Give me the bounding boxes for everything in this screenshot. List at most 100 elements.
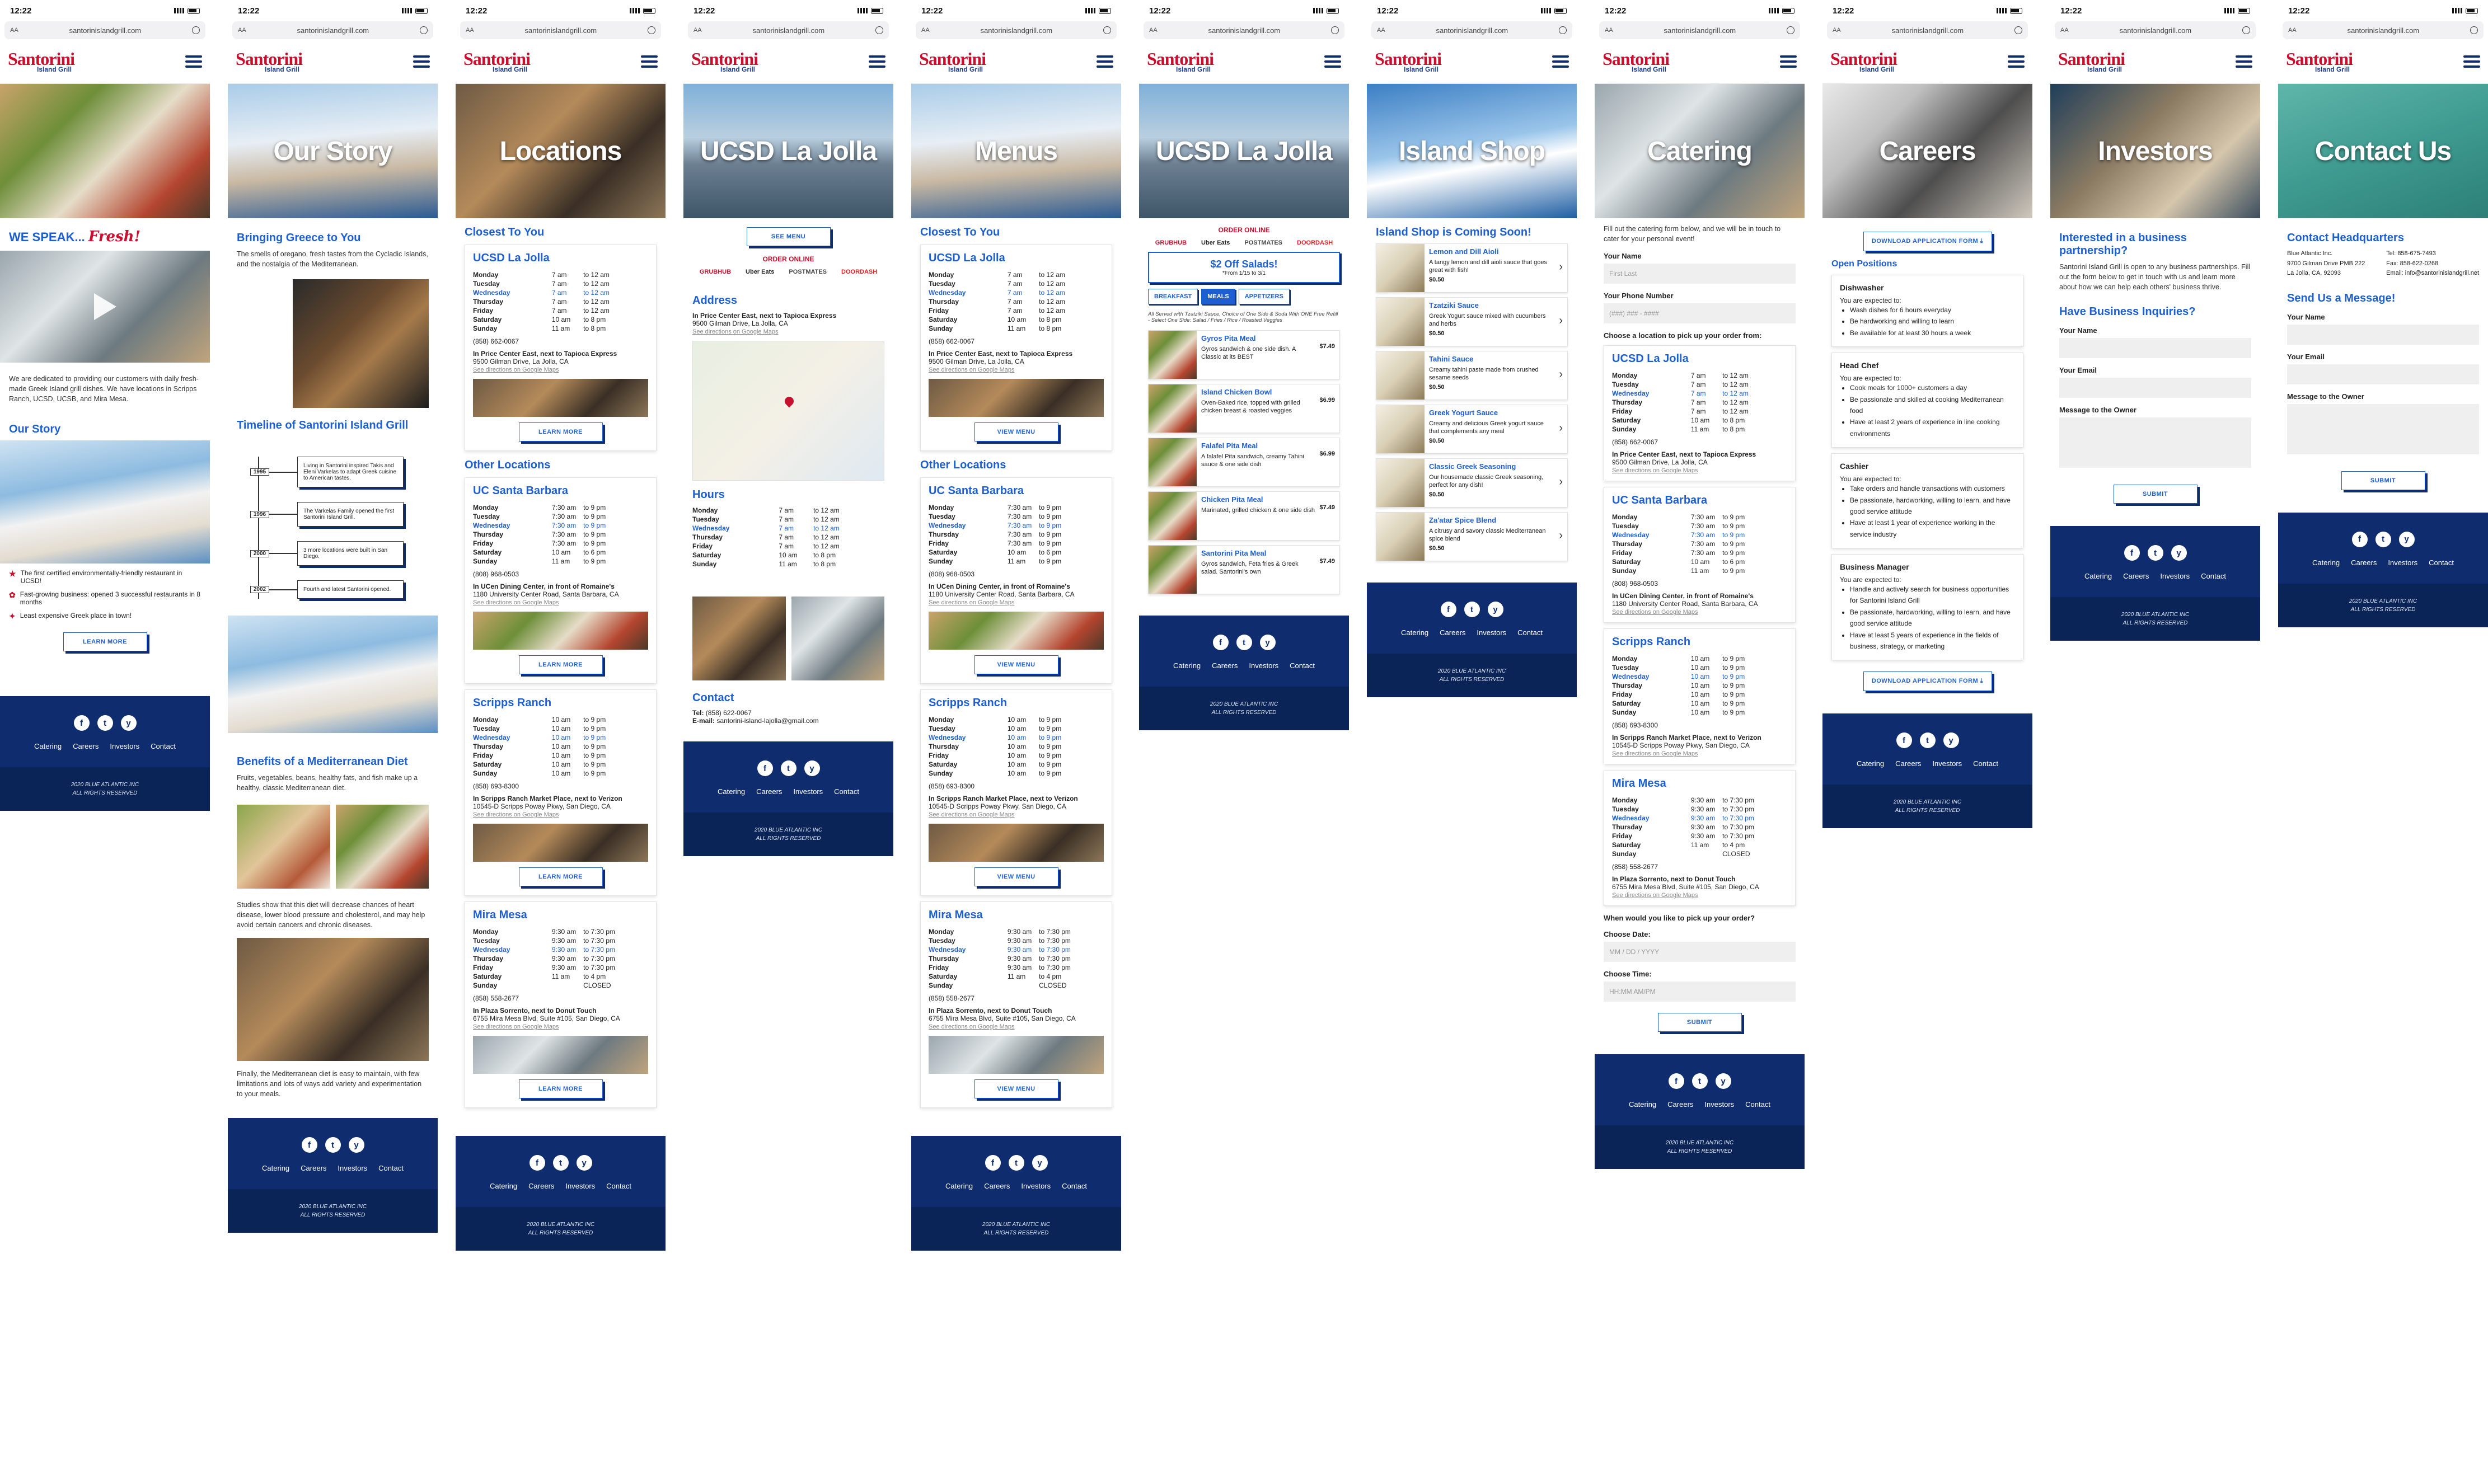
logo[interactable]: Santorini Island Grill: [691, 50, 758, 73]
logo[interactable]: Santorini Island Grill: [919, 50, 986, 73]
footer-link-contact[interactable]: Contact: [834, 787, 859, 796]
footer-link-careers[interactable]: Careers: [756, 787, 782, 796]
yelp-icon[interactable]: y: [1943, 732, 1959, 749]
chevron-right-icon[interactable]: ›: [1559, 459, 1567, 507]
delivery-logo[interactable]: GRUBHUB: [700, 269, 731, 275]
directions-link[interactable]: See directions on Google Maps: [929, 811, 1104, 818]
browser-url-bar[interactable]: AA santorinislandgrill.com: [688, 21, 889, 39]
footer-link-catering[interactable]: Catering: [2312, 558, 2340, 567]
browser-url-bar[interactable]: AA santorinislandgrill.com: [460, 21, 661, 39]
text-size-button[interactable]: AA: [1377, 27, 1385, 34]
hamburger-menu-icon[interactable]: [1097, 55, 1113, 68]
location-action-button[interactable]: LEARN MORE: [518, 422, 603, 442]
hamburger-menu-icon[interactable]: [1324, 55, 1341, 68]
browser-url-bar[interactable]: AA santorinislandgrill.com: [2283, 21, 2484, 39]
menu-item-card[interactable]: Gyros Pita Meal Gyros sandwich & one side…: [1148, 330, 1340, 379]
chevron-right-icon[interactable]: ›: [1559, 513, 1567, 561]
footer-link-contact[interactable]: Contact: [151, 742, 176, 750]
date-input[interactable]: MM / DD / YYYY: [1604, 942, 1796, 962]
yelp-icon[interactable]: y: [576, 1155, 592, 1171]
yelp-icon[interactable]: y: [2171, 545, 2187, 561]
shop-item-card[interactable]: Tahini Sauce Creamy tahini paste made fro…: [1376, 351, 1568, 400]
menu-item-card[interactable]: Chicken Pita Meal Marinated, grilled chic…: [1148, 491, 1340, 541]
chevron-right-icon[interactable]: ›: [1559, 244, 1567, 292]
browser-url-bar[interactable]: AA santorinislandgrill.com: [1599, 21, 1800, 39]
facebook-icon[interactable]: f: [985, 1155, 1001, 1171]
footer-link-investors[interactable]: Investors: [338, 1164, 367, 1172]
shop-item-card[interactable]: Tzatziki Sauce Greek Yogurt sauce mixed w…: [1376, 297, 1568, 346]
text-size-button[interactable]: AA: [2060, 27, 2069, 34]
facebook-icon[interactable]: f: [1668, 1073, 1684, 1089]
reload-icon[interactable]: [1787, 26, 1794, 34]
text-size-button[interactable]: AA: [10, 27, 18, 34]
footer-link-investors[interactable]: Investors: [2388, 558, 2417, 567]
chevron-right-icon[interactable]: ›: [1559, 351, 1567, 400]
reload-icon[interactable]: [192, 26, 200, 34]
shop-item-card[interactable]: Classic Greek Seasoning Our housemade cla…: [1376, 458, 1568, 508]
footer-link-contact[interactable]: Contact: [1973, 759, 1998, 768]
reload-icon[interactable]: [420, 26, 428, 34]
yelp-icon[interactable]: y: [120, 715, 137, 731]
footer-link-careers[interactable]: Careers: [1895, 759, 1921, 768]
message-textarea[interactable]: [2059, 417, 2251, 468]
footer-link-catering[interactable]: Catering: [262, 1164, 289, 1172]
text-size-button[interactable]: AA: [1149, 27, 1158, 34]
footer-link-catering[interactable]: Catering: [2084, 572, 2112, 580]
location-action-button[interactable]: VIEW MENU: [974, 422, 1058, 442]
footer-link-investors[interactable]: Investors: [2160, 572, 2190, 580]
name-input[interactable]: [2287, 324, 2479, 345]
footer-link-careers[interactable]: Careers: [73, 742, 99, 750]
footer-link-catering[interactable]: Catering: [1857, 759, 1884, 768]
tab-meals[interactable]: MEALS: [1201, 289, 1235, 304]
twitter-icon[interactable]: t: [780, 760, 796, 776]
footer-link-careers[interactable]: Careers: [2351, 558, 2377, 567]
twitter-icon[interactable]: t: [1236, 635, 1252, 650]
chevron-right-icon[interactable]: ›: [1559, 298, 1567, 346]
reload-icon[interactable]: [648, 26, 655, 34]
reload-icon[interactable]: [1103, 26, 1111, 34]
footer-link-careers[interactable]: Careers: [984, 1182, 1010, 1190]
footer-link-investors[interactable]: Investors: [565, 1182, 595, 1190]
footer-link-contact[interactable]: Contact: [1745, 1100, 1770, 1109]
facebook-icon[interactable]: f: [529, 1155, 545, 1171]
location-action-button[interactable]: LEARN MORE: [518, 655, 603, 674]
delivery-logo[interactable]: DOORDASH: [841, 269, 877, 275]
footer-link-catering[interactable]: Catering: [1629, 1100, 1656, 1109]
hamburger-menu-icon[interactable]: [641, 55, 658, 68]
twitter-icon[interactable]: t: [97, 715, 113, 731]
time-input[interactable]: HH:MM AM/PM: [1604, 981, 1796, 1002]
text-size-button[interactable]: AA: [921, 27, 930, 34]
facebook-icon[interactable]: f: [2124, 545, 2140, 561]
logo[interactable]: Santorini Island Grill: [1603, 50, 1670, 73]
facebook-icon[interactable]: f: [1440, 602, 1456, 617]
browser-url-bar[interactable]: AA santorinislandgrill.com: [2055, 21, 2256, 39]
footer-link-investors[interactable]: Investors: [110, 742, 139, 750]
logo[interactable]: Santorini Island Grill: [2286, 50, 2353, 73]
menu-item-card[interactable]: Island Chicken Bowl Oven-Baked rice, topp…: [1148, 384, 1340, 433]
facebook-icon[interactable]: f: [73, 715, 90, 731]
yelp-icon[interactable]: y: [1487, 602, 1503, 617]
directions-link[interactable]: See directions on Google Maps: [473, 811, 648, 818]
footer-link-investors[interactable]: Investors: [1249, 661, 1278, 670]
footer-link-careers[interactable]: Careers: [1212, 661, 1238, 670]
name-input[interactable]: [2059, 338, 2251, 359]
learn-more-button[interactable]: LEARN MORE: [63, 632, 147, 652]
hamburger-menu-icon[interactable]: [869, 55, 885, 68]
footer-link-contact[interactable]: Contact: [1517, 628, 1543, 637]
logo[interactable]: Santorini Island Grill: [8, 50, 75, 73]
footer-link-catering[interactable]: Catering: [34, 742, 62, 750]
text-size-button[interactable]: AA: [238, 27, 246, 34]
twitter-icon[interactable]: t: [1008, 1155, 1024, 1171]
footer-link-catering[interactable]: Catering: [1401, 628, 1428, 637]
reload-icon[interactable]: [2242, 26, 2250, 34]
footer-link-contact[interactable]: Contact: [1062, 1182, 1087, 1190]
reload-icon[interactable]: [2014, 26, 2022, 34]
directions-link[interactable]: See directions on Google Maps: [473, 599, 648, 606]
facebook-icon[interactable]: f: [757, 760, 773, 776]
location-option-ucsd[interactable]: UCSD La Jolla Monday 7 am to 12 am Tuesday 7 …: [1604, 345, 1796, 482]
footer-link-catering[interactable]: Catering: [718, 787, 745, 796]
hamburger-menu-icon[interactable]: [1780, 55, 1797, 68]
hamburger-menu-icon[interactable]: [2463, 55, 2480, 68]
delivery-logo[interactable]: GRUBHUB: [1155, 239, 1187, 246]
footer-link-contact[interactable]: Contact: [378, 1164, 404, 1172]
